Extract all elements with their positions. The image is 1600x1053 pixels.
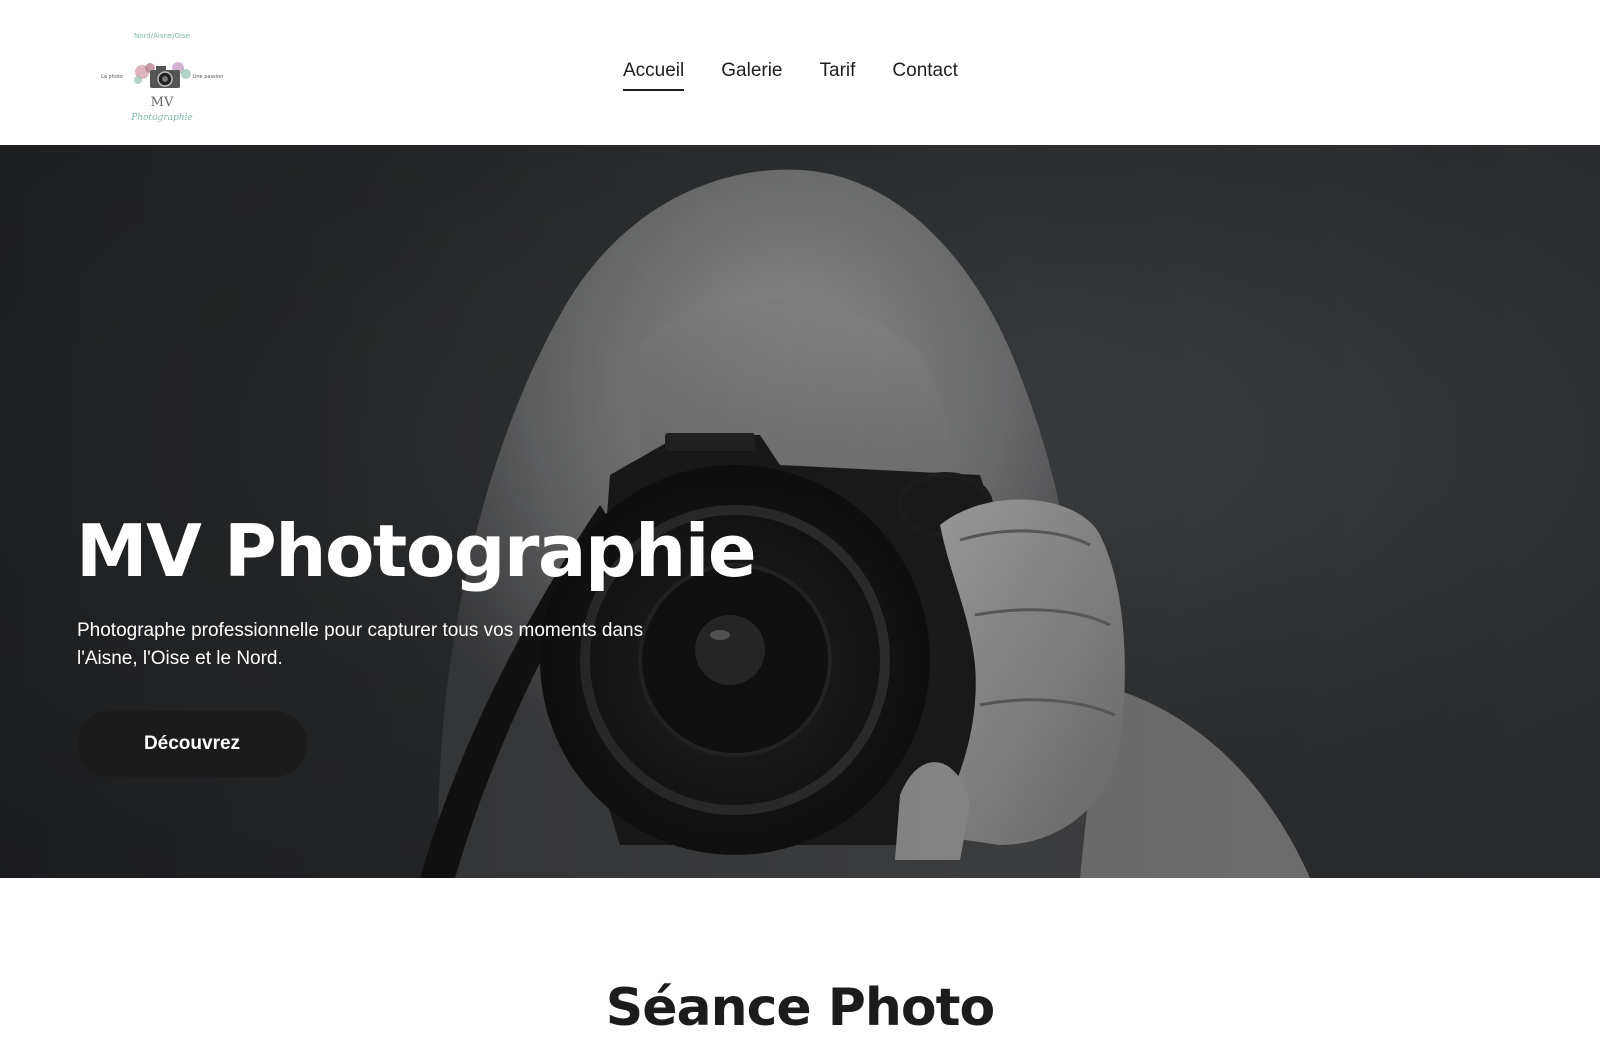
svg-text:Une passion: Une passion [193,74,224,80]
site-header: Nord/Aisne/Oise La photo Une passion MV … [0,0,1600,145]
nav-item-tarif[interactable]: Tarif [820,58,856,90]
site-logo[interactable]: Nord/Aisne/Oise La photo Une passion MV … [98,28,226,128]
svg-text:La photo: La photo [101,74,123,80]
main-nav: Accueil Galerie Tarif Contact [623,58,958,91]
logo-camera-icon: Nord/Aisne/Oise La photo Une passion MV … [101,32,224,123]
nav-item-accueil[interactable]: Accueil [623,58,685,91]
hero-subtitle: Photographe professionnelle pour capture… [77,620,644,669]
svg-text:Nord/Aisne/Oise: Nord/Aisne/Oise [134,32,190,40]
nav-item-contact[interactable]: Contact [892,58,957,90]
svg-text:MV: MV [151,95,174,110]
svg-text:Photographie: Photographie [130,113,193,123]
decouvrez-button[interactable]: Découvrez [77,711,307,777]
hero-section: MV Photographie Photographe professionne… [0,145,1600,878]
nav-item-galerie[interactable]: Galerie [721,58,782,90]
hero-title: MV Photographie [76,509,757,593]
section-title-seance-photo: Séance Photo [605,978,995,1038]
